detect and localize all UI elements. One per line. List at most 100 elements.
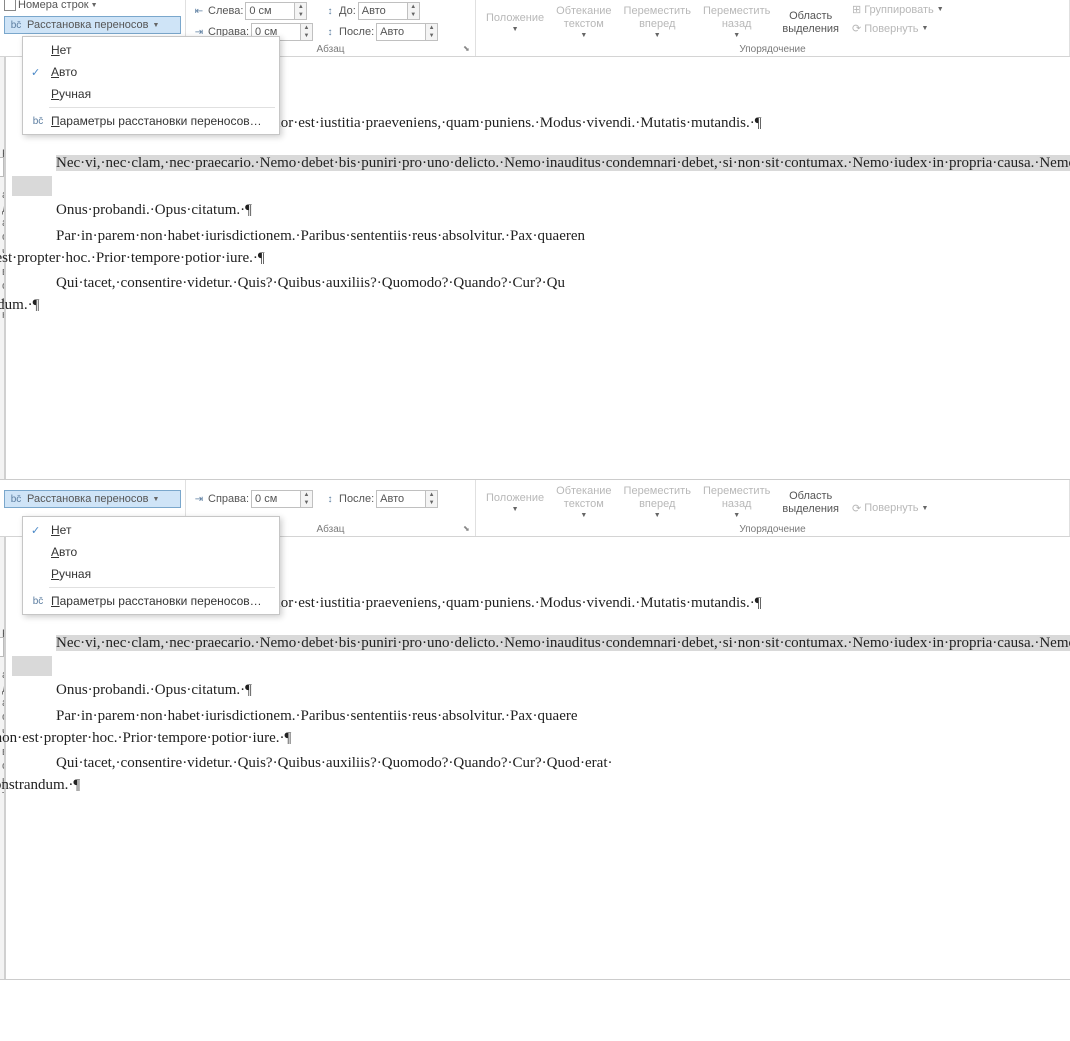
position-label: Положение — [486, 492, 544, 504]
menu-item-options[interactable]: bc̄ Параметры расстановки переносов… — [23, 110, 279, 132]
paragraph: Par·in·parem·non·habet·iurisdictionem.·P… — [12, 706, 1070, 750]
menu-item-none[interactable]: Нет — [23, 39, 279, 61]
spin-down-icon[interactable]: ▼ — [426, 32, 437, 40]
spacing-after-spinbox[interactable]: Авто ▲▼ — [376, 490, 438, 508]
selection-pane-label2: выделения — [782, 23, 839, 35]
hyphenation-menu: Нет ✓ Авто Ручная bc̄ Параметры расстано… — [22, 36, 280, 135]
spin-down-icon[interactable]: ▼ — [301, 499, 312, 507]
send-backward-label1: Переместить — [703, 485, 770, 497]
menu-item-none[interactable]: ✓ Нет — [23, 519, 279, 541]
wrap-text-label2: текстом — [564, 498, 604, 510]
spacing-after-icon: ↕ — [323, 492, 337, 506]
chevron-down-icon: ▼ — [580, 512, 587, 519]
spin-down-icon[interactable]: ▼ — [408, 11, 419, 19]
chevron-down-icon: ▼ — [654, 512, 661, 519]
indent-left-value: 0 см — [246, 5, 294, 17]
spacing-before-icon: ↕ — [323, 4, 337, 18]
wrap-text-label1: Обтекание — [556, 485, 611, 497]
spin-up-icon[interactable]: ▲ — [295, 3, 306, 11]
bring-forward-label1: Переместить — [624, 485, 691, 497]
hyphenation-icon: bc̄ — [9, 492, 23, 506]
hyphenation-icon: bc̄ — [31, 594, 45, 608]
spacing-before-value: Авто — [359, 5, 407, 17]
paragraph: Onus·probandi.·Opus·citatum.·¶ — [12, 680, 1070, 702]
chevron-down-icon: ▼ — [512, 26, 519, 33]
spacing-after-spinbox[interactable]: Авто ▲▼ — [376, 23, 438, 41]
hyphenation-dropdown[interactable]: bc̄ Расстановка переносов ▼ — [4, 490, 181, 508]
spin-up-icon[interactable]: ▲ — [301, 491, 312, 499]
navigation-pane[interactable]: РЕЗУЛЬ▸ ю акой дитесь, а о части. вкладк… — [0, 57, 4, 479]
chevron-down-icon: ▼ — [733, 512, 740, 519]
menu-separator — [49, 107, 275, 108]
position-label: Положение — [486, 12, 544, 24]
hyphenation-dropdown[interactable]: bc̄ Расстановка переносов ▼ — [4, 16, 181, 34]
spin-up-icon[interactable]: ▲ — [408, 3, 419, 11]
chevron-down-icon: ▼ — [580, 32, 587, 39]
chevron-down-icon: ▼ — [922, 505, 929, 512]
checkbox-icon — [4, 0, 16, 11]
menu-item-options[interactable]: bc̄ Параметры расстановки переносов… — [23, 590, 279, 612]
spacing-after-icon: ↕ — [323, 25, 337, 39]
chevron-down-icon: ▼ — [152, 496, 159, 503]
pane-resize-handle[interactable] — [0, 637, 4, 657]
dialog-launcher-icon[interactable]: ⬊ — [463, 44, 473, 54]
hyphenation-icon: bc̄ — [9, 18, 23, 32]
check-icon: ✓ — [31, 524, 40, 537]
menu-item-auto[interactable]: Авто — [23, 541, 279, 563]
indent-left-label: Слева: — [208, 5, 243, 17]
menu-item-manual[interactable]: Ручная — [23, 83, 279, 105]
spacing-after-label: После: — [339, 26, 374, 38]
chevron-down-icon: ▼ — [733, 32, 740, 39]
paragraph: Onus·probandi.·Opus·citatum.·¶ — [12, 200, 1070, 222]
rotate-button[interactable]: ⟳ Повернуть ▼ — [849, 21, 947, 36]
bring-forward-label1: Переместить — [624, 5, 691, 17]
rotate-icon: ⟳ — [852, 22, 861, 35]
chevron-down-icon: ▼ — [922, 25, 929, 32]
rotate-button[interactable]: ⟳ Повернуть ▼ — [849, 501, 931, 516]
hyphenation-label: Расстановка переносов — [27, 493, 148, 505]
spacing-after-label: После: — [339, 493, 374, 505]
paragraph: Par·in·parem·non·habet·iurisdictionem.·P… — [12, 226, 1070, 270]
group-label-arrange: Упорядочение — [476, 44, 1069, 55]
hyphenation-menu: ✓ Нет Авто Ручная bc̄ Параметры расстано… — [22, 516, 280, 615]
menu-item-auto[interactable]: ✓ Авто — [23, 61, 279, 83]
check-icon: ✓ — [31, 66, 40, 79]
pane-resize-handle[interactable] — [0, 157, 4, 177]
paragraph: Qui·tacet,·consentire·videtur.·Quis?·Qui… — [12, 273, 1070, 317]
spacing-before-spinbox[interactable]: Авто ▲▼ — [358, 2, 420, 20]
screenshot-bottom: bc̄ Расстановка переносов ▼ ⇥ Справа: 0 … — [0, 480, 1070, 980]
group-button[interactable]: ⊞ Группировать ▼ — [849, 2, 947, 17]
send-backward-label2: назад — [722, 498, 752, 510]
paragraph: Qui·tacet,·consentire·videtur.·Quis?·Qui… — [12, 753, 1070, 797]
spin-down-icon[interactable]: ▼ — [295, 11, 306, 19]
spacing-before-label: До: — [339, 5, 356, 17]
menu-separator — [49, 587, 275, 588]
indent-left-spinbox[interactable]: 0 см ▲▼ — [245, 2, 307, 20]
spin-up-icon[interactable]: ▲ — [301, 24, 312, 32]
wrap-text-label2: текстом — [564, 18, 604, 30]
hyphenation-icon: bc̄ — [31, 114, 45, 128]
group-label: Группировать — [864, 4, 934, 16]
menu-item-manual[interactable]: Ручная — [23, 563, 279, 585]
spin-down-icon[interactable]: ▼ — [426, 499, 437, 507]
chevron-down-icon: ▼ — [937, 6, 944, 13]
screenshot-top: Номера строк ▼ bc̄ Расстановка переносов… — [0, 0, 1070, 480]
dialog-launcher-icon[interactable]: ⬊ — [463, 524, 473, 534]
spacing-after-value: Авто — [377, 26, 425, 38]
spin-up-icon[interactable]: ▲ — [426, 24, 437, 32]
send-backward-label2: назад — [722, 18, 752, 30]
spin-up-icon[interactable]: ▲ — [426, 491, 437, 499]
indent-right-value: 0 см — [252, 493, 300, 505]
spin-down-icon[interactable]: ▼ — [301, 32, 312, 40]
group-icon: ⊞ — [852, 3, 861, 16]
selection-pane-label1: Область — [789, 10, 832, 22]
rotate-label: Повернуть — [864, 23, 918, 35]
line-numbers-dropdown[interactable]: Номера строк ▼ — [4, 0, 181, 14]
indent-right-label: Справа: — [208, 493, 249, 505]
navigation-pane[interactable]: РЕЗУЛЬ▸ ю акой дитесь, а о части. вкладк… — [0, 537, 4, 979]
indent-right-spinbox[interactable]: 0 см ▲▼ — [251, 490, 313, 508]
indent-right-icon: ⇥ — [192, 492, 206, 506]
bring-forward-label2: вперед — [639, 18, 675, 30]
chevron-down-icon: ▼ — [654, 32, 661, 39]
line-numbers-label: Номера строк — [18, 0, 89, 11]
